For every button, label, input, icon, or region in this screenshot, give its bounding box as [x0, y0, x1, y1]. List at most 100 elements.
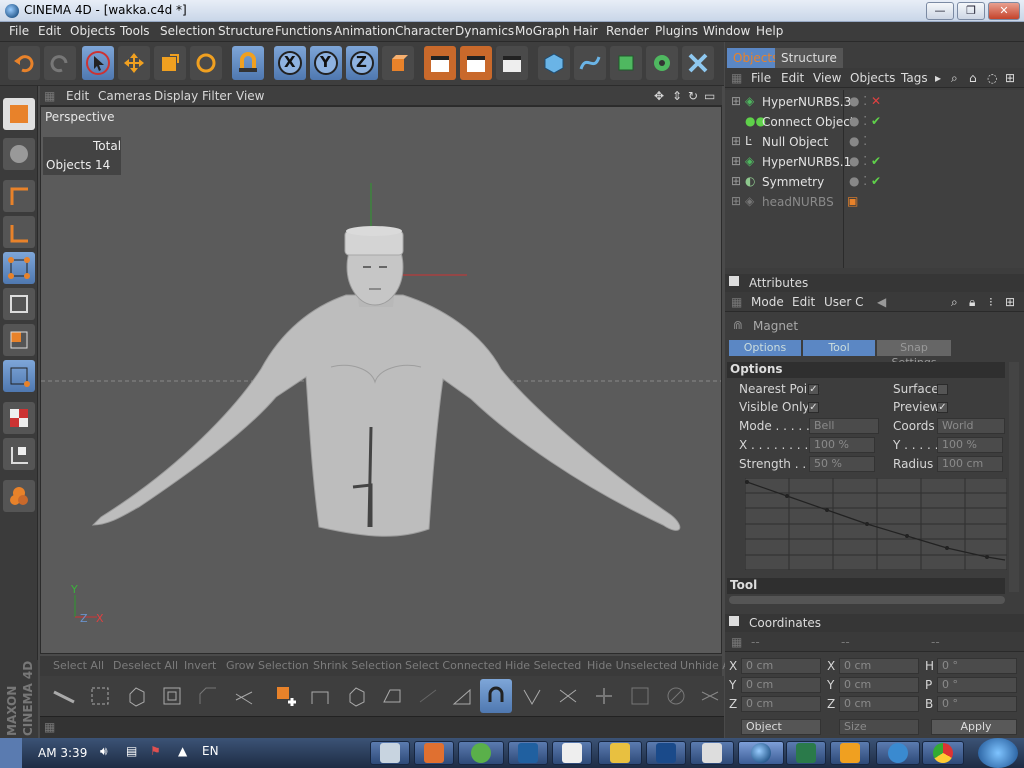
- menu-animation[interactable]: Animation: [334, 24, 395, 38]
- expand-icon[interactable]: ⊞: [731, 94, 741, 108]
- spline-button[interactable]: [574, 46, 606, 80]
- expand-icon[interactable]: ⊞: [731, 134, 741, 148]
- taskbar-messenger[interactable]: [458, 741, 504, 765]
- visibility-dots-icon[interactable]: ● ⁚: [849, 174, 867, 188]
- taskbar-app-1[interactable]: [370, 741, 410, 765]
- use-texture-tool-button[interactable]: [3, 180, 35, 212]
- deselect-all-command[interactable]: Deselect All: [113, 659, 178, 672]
- lock-icon[interactable]: ▣: [847, 194, 858, 208]
- array-button[interactable]: [646, 46, 678, 80]
- volume-icon[interactable]: 🔊︎: [100, 744, 108, 759]
- attr-search-icon[interactable]: ⌕: [951, 295, 958, 310]
- viewport-menu-edit[interactable]: Edit: [66, 89, 89, 103]
- size-mode-dropdown[interactable]: Size: [839, 719, 919, 735]
- render-picture-viewer-button[interactable]: [460, 46, 492, 80]
- redo-button[interactable]: [44, 46, 76, 80]
- use-points-tool-button[interactable]: [3, 252, 35, 284]
- maximize-view-icon[interactable]: ▭: [704, 89, 715, 103]
- attr-tab-options[interactable]: Options: [729, 340, 801, 356]
- y-axis-lock-button[interactable]: Y: [310, 46, 342, 80]
- coords-dropdown[interactable]: World: [937, 418, 1005, 434]
- matrix-extrude-button[interactable]: [228, 679, 260, 713]
- object-row-hypernurbs3[interactable]: ⊞ ◈ HyperNURBS.3 ● ⁚ ✕: [725, 92, 1024, 112]
- hide-unselected-command[interactable]: Hide Unselected: [587, 659, 677, 672]
- triangulate-button[interactable]: [624, 679, 656, 713]
- taskbar-office[interactable]: [414, 741, 454, 765]
- tab-structure[interactable]: Structure: [775, 48, 843, 68]
- size-x-field[interactable]: 0 cm: [839, 658, 919, 674]
- menu-file[interactable]: File: [9, 24, 29, 38]
- menu-dynamics[interactable]: Dynamics: [455, 24, 514, 38]
- create-point-button[interactable]: [270, 679, 302, 713]
- maximize-button[interactable]: ❐: [957, 2, 985, 20]
- viewport-menu-display[interactable]: Display: [154, 89, 198, 103]
- use-object-tool-button[interactable]: [3, 138, 35, 170]
- taskbar-app-lc[interactable]: [508, 741, 548, 765]
- menu-mograph[interactable]: MoGraph: [515, 24, 570, 38]
- more-tools-button[interactable]: [694, 679, 726, 713]
- smooth-shift-button[interactable]: [446, 679, 478, 713]
- radius-field[interactable]: 100 cm: [937, 456, 1003, 472]
- pan-icon[interactable]: ✥: [654, 89, 664, 103]
- visibility-dots-icon[interactable]: ● ⁚: [849, 94, 867, 108]
- apply-button[interactable]: Apply: [931, 719, 1017, 735]
- bevel-tool-button[interactable]: [192, 679, 224, 713]
- attr-tab-tool[interactable]: Tool: [803, 340, 875, 356]
- object-row-hypernurbs1[interactable]: ⊞ ◈ HyperNURBS.1 ● ⁚ ✔: [725, 152, 1024, 172]
- close-polygon-hole-button[interactable]: [304, 679, 336, 713]
- om-home-icon[interactable]: ⌂: [969, 71, 977, 85]
- shrink-selection-command[interactable]: Shrink Selection: [313, 659, 402, 672]
- rotate-tool-button[interactable]: [190, 46, 222, 80]
- undo-button[interactable]: [8, 46, 40, 80]
- select-connected-command[interactable]: Select Connected: [405, 659, 502, 672]
- falloff-curve-graph[interactable]: [745, 478, 1007, 570]
- slide-tool-button[interactable]: [412, 679, 444, 713]
- optimize-button[interactable]: [660, 679, 692, 713]
- menu-window[interactable]: Window: [703, 24, 750, 38]
- attr-lock-icon[interactable]: 🔒︎: [969, 295, 975, 310]
- pos-x-field[interactable]: 0 cm: [741, 658, 821, 674]
- magnet-tool-button[interactable]: [232, 46, 264, 80]
- object-row-null-object[interactable]: ⊞ Ŀ Null Object ● ⁚: [725, 132, 1024, 152]
- menu-selection[interactable]: Selection: [160, 24, 215, 38]
- perspective-viewport[interactable]: Perspective Total Objects 14 Y Z X: [40, 106, 722, 654]
- om-menu-edit[interactable]: Edit: [781, 71, 804, 85]
- menu-help[interactable]: Help: [756, 24, 783, 38]
- menu-structure[interactable]: Structure: [218, 24, 274, 38]
- attr-menu-user[interactable]: User C: [824, 295, 864, 309]
- render-view-button[interactable]: [424, 46, 456, 80]
- orbit-icon[interactable]: ↻: [688, 89, 698, 103]
- texture-checker-button[interactable]: [3, 402, 35, 434]
- brush-tool-button[interactable]: [340, 679, 372, 713]
- viewport-menu-filter[interactable]: Filter: [202, 89, 232, 103]
- viewport-menu-cameras[interactable]: Cameras: [98, 89, 151, 103]
- pos-z-field[interactable]: 0 cm: [741, 696, 821, 712]
- om-menu-tags[interactable]: Tags: [901, 71, 928, 85]
- attr-menu-mode[interactable]: Mode: [751, 295, 784, 309]
- minimize-button[interactable]: —: [926, 2, 954, 20]
- taskbar-chrome[interactable]: [922, 741, 964, 765]
- visibility-dots-icon[interactable]: ● ⁚: [849, 114, 867, 128]
- magnet-bottom-button[interactable]: [480, 679, 512, 713]
- hide-selected-command[interactable]: Hide Selected: [505, 659, 581, 672]
- om-new-window-icon[interactable]: ⊞: [1005, 71, 1015, 85]
- taskbar-ie[interactable]: [876, 741, 920, 765]
- unhide-all-command[interactable]: Unhide A: [680, 659, 730, 672]
- size-y-field[interactable]: 0 cm: [839, 677, 919, 693]
- mode-dropdown[interactable]: Bell: [809, 418, 879, 434]
- taskbar-app-uv[interactable]: [552, 741, 592, 765]
- mirror-tool-button[interactable]: [516, 679, 548, 713]
- iron-tool-button[interactable]: [376, 679, 408, 713]
- visible-only-checkbox[interactable]: ✓: [808, 402, 819, 413]
- pos-y-field[interactable]: 0 cm: [741, 677, 821, 693]
- taskbar-explorer[interactable]: [598, 741, 642, 765]
- expand-icon[interactable]: ⊞: [731, 154, 741, 168]
- taskbar-media-player[interactable]: [830, 741, 870, 765]
- tweak-mode-button[interactable]: [3, 360, 35, 392]
- disabled-x-icon[interactable]: ✕: [871, 94, 881, 108]
- taskbar-cinema4d[interactable]: [738, 741, 784, 765]
- close-button[interactable]: ✕: [988, 2, 1020, 20]
- invert-command[interactable]: Invert: [184, 659, 216, 672]
- x-axis-lock-button[interactable]: X: [274, 46, 306, 80]
- extrude-tool-button[interactable]: [120, 679, 152, 713]
